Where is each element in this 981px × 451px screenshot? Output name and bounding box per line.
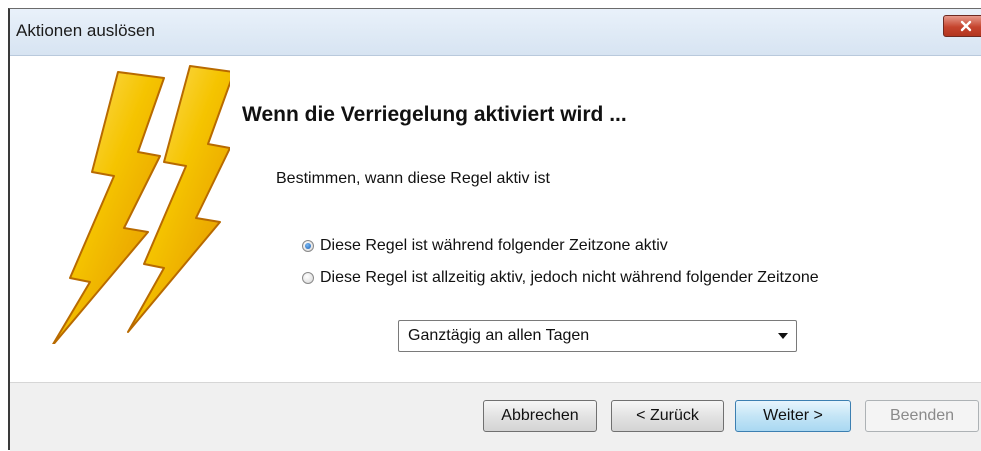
radio-option-except-timezone[interactable]: Diese Regel ist allzeitig aktiv, jedoch … [302,267,819,289]
wizard-content: Wenn die Verriegelung aktiviert wird ...… [10,56,981,382]
radio-option-during-timezone[interactable]: Diese Regel ist während folgender Zeitzo… [302,235,668,257]
page-title: Wenn die Verriegelung aktiviert wird ... [242,103,627,126]
back-button[interactable]: < Zurück [611,400,724,432]
wizard-window: Aktionen auslösen Wenn die Verriegelung … [8,8,981,451]
page-subtitle: Bestimmen, wann diese Regel aktiv ist [276,170,550,187]
radio-button[interactable] [302,240,314,252]
button-bar: Abbrechen < Zurück Weiter > Beenden [10,382,981,451]
window-title: Aktionen auslösen [16,21,155,40]
cancel-button[interactable]: Abbrechen [483,400,597,432]
next-button[interactable]: Weiter > [735,400,851,432]
timezone-select[interactable]: Ganztägig an allen Tagen [398,320,797,352]
radio-label: Diese Regel ist während folgender Zeitzo… [320,237,668,254]
radio-button[interactable] [302,272,314,284]
timezone-select-value: Ganztägig an allen Tagen [408,327,590,344]
finish-button[interactable]: Beenden [865,400,979,432]
lightning-bolts-icon [52,65,230,344]
close-icon [960,20,972,32]
close-button[interactable] [943,15,981,37]
chevron-down-icon[interactable] [778,333,788,339]
radio-label: Diese Regel ist allzeitig aktiv, jedoch … [320,269,819,286]
title-bar[interactable]: Aktionen auslösen [10,9,981,56]
